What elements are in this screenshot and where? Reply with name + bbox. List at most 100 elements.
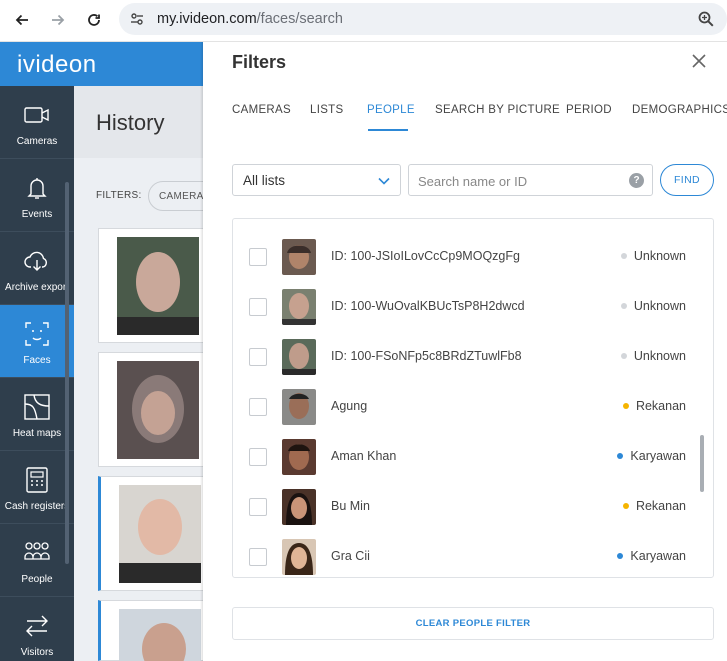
list-item[interactable]: ID: 100-JSIoILovCcCp9MOQzgFg Unknown (233, 235, 698, 285)
sidebar-item-cash-registers[interactable]: Cash registers (0, 451, 74, 524)
list-item[interactable]: Aman Khan Karyawan (233, 435, 698, 485)
row-checkbox[interactable] (249, 498, 267, 516)
app-header: ivideon (0, 42, 203, 86)
row-checkbox[interactable] (249, 448, 267, 466)
help-icon[interactable]: ? (629, 173, 644, 188)
status-label: Unknown (633, 349, 686, 363)
url-text: my.ivideon.com/faces/search (157, 11, 343, 27)
reload-icon (88, 14, 100, 26)
sidebar-item-faces[interactable]: Faces (0, 305, 74, 378)
sidebar-scrollbar[interactable] (65, 182, 69, 564)
list-item[interactable]: Agung Rekanan (233, 385, 698, 435)
face-thumbnail (119, 485, 201, 583)
face-thumbnail (119, 609, 201, 661)
sidebar-item-people[interactable]: People (0, 524, 74, 597)
tab-demographics[interactable]: DEMOGRAPHICS (632, 104, 727, 116)
status-label: Karyawan (630, 549, 686, 563)
status-dot (622, 403, 629, 409)
cloud-download-icon (24, 251, 47, 271)
tab-period[interactable]: PERIOD (566, 104, 612, 116)
url-path: /faces/search (256, 11, 343, 27)
person-avatar (282, 339, 316, 375)
status-dot (620, 253, 627, 259)
back-button[interactable] (9, 8, 35, 32)
list-item[interactable]: Bu Min Rekanan (233, 485, 698, 535)
person-name: ID: 100-WuOvalKBUcTsP8H2dwcd (331, 299, 525, 313)
person-name: Bu Min (331, 499, 370, 513)
person-avatar (282, 489, 316, 525)
person-status: Unknown (620, 349, 686, 363)
face-thumbnail (117, 361, 199, 459)
people-icon (24, 542, 50, 560)
person-name: Gra Cii (331, 549, 370, 563)
row-checkbox[interactable] (249, 548, 267, 566)
find-button[interactable]: FIND (660, 164, 714, 196)
list-item[interactable]: ID: 100-WuOvalKBUcTsP8H2dwcd Unknown (233, 285, 698, 335)
person-avatar (282, 439, 316, 475)
sidebar-item-visitors[interactable]: Visitors (0, 597, 74, 661)
person-name: Aman Khan (331, 449, 397, 463)
address-bar[interactable]: my.ivideon.com/faces/search (119, 3, 727, 35)
sidebar-item-heat-maps[interactable]: Heat maps (0, 378, 74, 451)
close-icon[interactable] (690, 52, 708, 70)
arrow-right-icon (52, 14, 65, 26)
person-status: Unknown (620, 249, 686, 263)
row-checkbox[interactable] (249, 398, 267, 416)
sidebar-item-archive-export[interactable]: Archive export (0, 232, 74, 305)
face-scan-icon (25, 322, 49, 346)
ivideon-logo[interactable]: ivideon (17, 51, 97, 79)
row-checkbox[interactable] (249, 348, 267, 366)
list-select-value: All lists (243, 173, 286, 188)
people-list: ID: 100-JSIoILovCcCp9MOQzgFg Unknown ID:… (232, 218, 714, 578)
sidebar-item-cameras[interactable]: Cameras (0, 86, 74, 159)
clear-people-filter-button[interactable]: CLEAR PEOPLE FILTER (232, 607, 714, 640)
camera-icon (24, 107, 49, 123)
sidebar-item-label: Faces (23, 355, 51, 366)
page-title: History (96, 110, 165, 135)
sidebar-item-label: Events (21, 209, 53, 220)
row-checkbox[interactable] (249, 298, 267, 316)
list-item[interactable]: Gra Cii Karyawan (233, 535, 698, 577)
arrows-icon (26, 615, 48, 637)
sidebar-item-label: Archive export (5, 282, 69, 293)
zoom-icon[interactable] (697, 10, 715, 28)
person-avatar (282, 539, 316, 575)
person-status: Unknown (620, 299, 686, 313)
sidebar-item-label: Visitors (20, 647, 54, 658)
status-label: Unknown (633, 249, 686, 263)
person-status: Rekanan (622, 499, 686, 513)
tab-people[interactable]: PEOPLE (367, 104, 415, 116)
person-name: ID: 100-JSIoILovCcCp9MOQzgFg (331, 249, 520, 263)
person-avatar (282, 389, 316, 425)
status-label: Rekanan (635, 399, 686, 413)
status-label: Unknown (633, 299, 686, 313)
site-settings-icon[interactable] (129, 11, 145, 27)
browser-toolbar: my.ivideon.com/faces/search (0, 0, 727, 42)
cash-register-icon (26, 467, 48, 493)
sidebar-item-events[interactable]: Events (0, 159, 74, 232)
face-thumbnail (117, 237, 199, 335)
url-host: my.ivideon.com (157, 11, 257, 27)
bell-icon (27, 178, 47, 199)
sidebar-item-label: Cash registers (4, 501, 70, 512)
search-input[interactable] (418, 171, 618, 191)
tab-lists[interactable]: LISTS (310, 104, 343, 116)
panel-title: Filters (232, 52, 287, 72)
row-checkbox[interactable] (249, 248, 267, 266)
sidebar: Cameras Events Archive export Faces Heat… (0, 86, 74, 661)
reload-button[interactable] (81, 8, 107, 32)
person-avatar (282, 289, 316, 325)
filter-tabs: CAMERAS LISTS PEOPLE SEARCH BY PICTURE P… (232, 104, 727, 132)
status-dot (622, 503, 629, 509)
status-dot (620, 353, 627, 359)
arrow-left-icon (15, 14, 28, 26)
list-scrollbar[interactable] (700, 435, 704, 492)
filters-panel: Filters CAMERAS LISTS PEOPLE SEARCH BY P… (203, 42, 727, 661)
tab-cameras[interactable]: CAMERAS (232, 104, 291, 116)
tab-search-by-picture[interactable]: SEARCH BY PICTURE (435, 104, 560, 116)
search-field: ? (408, 164, 653, 196)
forward-button[interactable] (45, 8, 71, 32)
list-item[interactable]: ID: 100-FSoNFp5c8BRdZTuwlFb8 Unknown (233, 335, 698, 385)
person-status: Karyawan (617, 449, 686, 463)
list-select[interactable]: All lists (232, 164, 401, 196)
